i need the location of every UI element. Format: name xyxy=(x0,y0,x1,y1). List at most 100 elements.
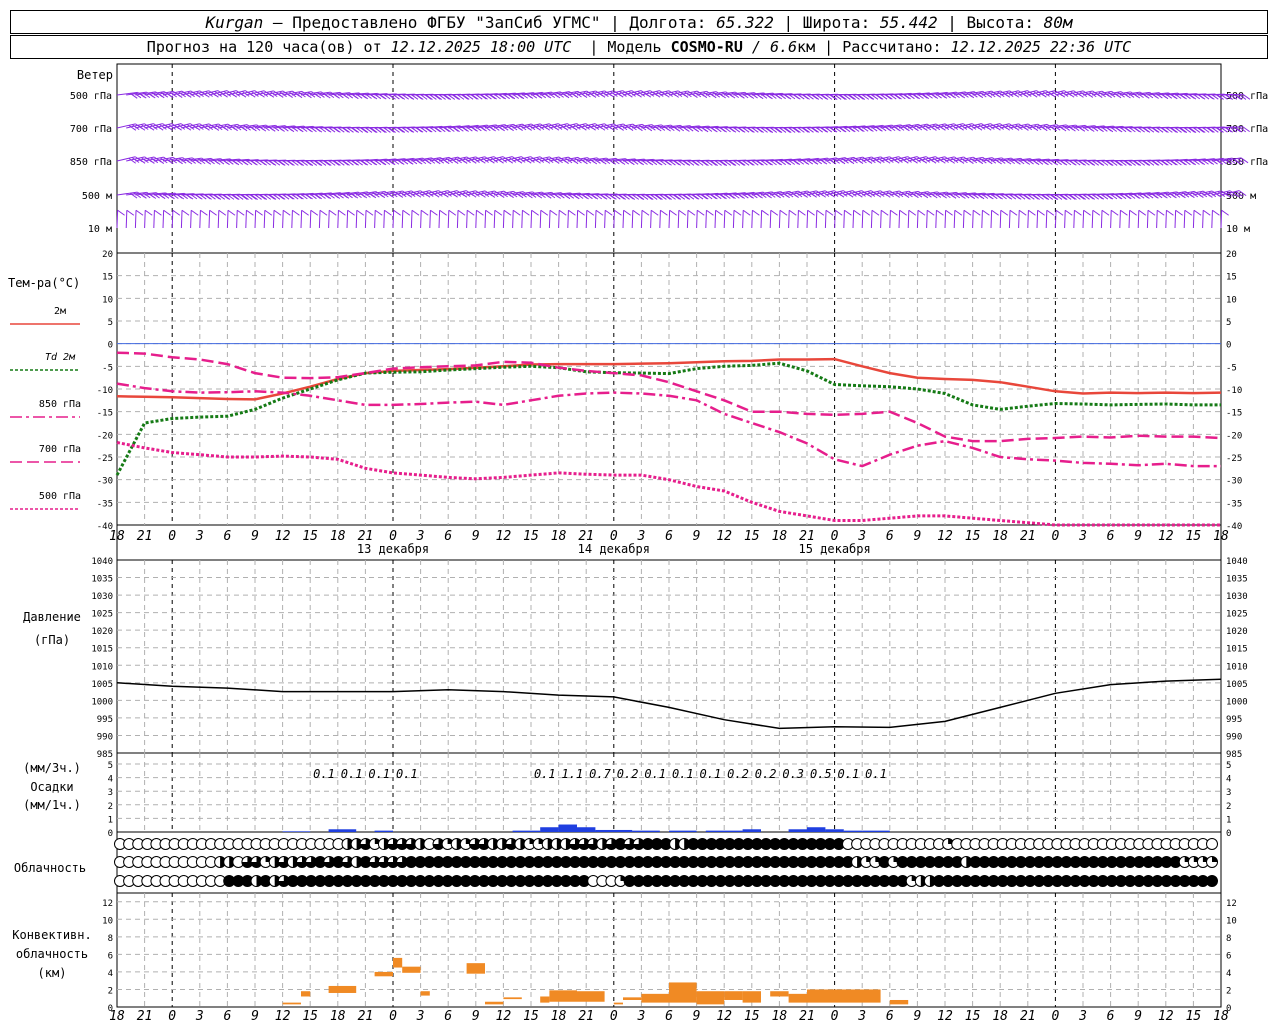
precip-ytick: 0 xyxy=(108,829,113,839)
wind-barb-feather xyxy=(788,209,797,216)
wind-barb-feather xyxy=(641,209,650,216)
wind-barb-feather xyxy=(1046,209,1055,216)
convective-bar xyxy=(613,1002,623,1005)
wind-barb-feather xyxy=(485,209,493,216)
wind-barb-feather xyxy=(696,209,705,216)
temp-ytick-right: 15 xyxy=(1226,273,1237,283)
wind-barb xyxy=(1137,210,1140,229)
x-tick-label-bottom: 0 xyxy=(389,1009,397,1024)
wind-level-label: 500 гПа xyxy=(70,91,112,102)
wind-barb-feather xyxy=(1175,209,1183,216)
wind-barb xyxy=(1100,210,1103,229)
wind-barb xyxy=(493,210,496,229)
wind-barb xyxy=(668,210,671,229)
conv-ytick: 4 xyxy=(108,969,113,979)
x-tick-label-bottom: 6 xyxy=(886,1009,894,1024)
press-ytick-right: 985 xyxy=(1226,750,1242,760)
wind-barb xyxy=(355,210,358,229)
wind-barb xyxy=(1119,210,1121,229)
wind-barb xyxy=(576,210,579,229)
wind-barb-feather xyxy=(273,209,282,216)
wind-barb xyxy=(521,210,523,229)
wind-barb-feather xyxy=(393,209,401,216)
wind-barb-feather xyxy=(1166,209,1174,216)
conv-ytick: 2 xyxy=(108,986,113,996)
wind-barb xyxy=(401,210,404,229)
precip-title: (мм/3ч.) xyxy=(23,761,81,775)
wind-barb xyxy=(926,210,928,229)
precip-label: 0.3 xyxy=(782,767,804,781)
x-tick-label-bottom: 21 xyxy=(1020,1009,1036,1024)
convective-bar xyxy=(282,1002,301,1005)
conv-ytick-right: 8 xyxy=(1226,934,1231,944)
wind-barb xyxy=(171,210,174,229)
wind-barb-feather xyxy=(1202,209,1211,216)
wind-barb xyxy=(1082,210,1085,229)
x-tick-label-bottom: 21 xyxy=(578,1009,594,1024)
wind-barb xyxy=(429,210,431,229)
wind-barb-feather xyxy=(457,209,466,216)
wind-barb-feather xyxy=(908,209,917,216)
x-tick-label: 18 xyxy=(330,529,346,544)
x-tick-label: 18 xyxy=(772,529,788,544)
x-tick-label-bottom: 3 xyxy=(1078,1009,1087,1024)
wind-barb xyxy=(254,210,257,229)
x-tick-label-bottom: 12 xyxy=(716,1009,732,1024)
wind-barb xyxy=(245,210,247,229)
wind-barb xyxy=(1146,210,1149,229)
press-ytick: 1015 xyxy=(91,645,113,655)
wind-barb xyxy=(144,210,146,229)
wind-barb-feather xyxy=(890,209,898,216)
temp-ytick: 15 xyxy=(102,273,113,283)
wind-barb xyxy=(567,210,569,229)
wind-barb-feather xyxy=(595,209,604,216)
conv-title3: (км) xyxy=(38,966,67,980)
wind-barb-feather xyxy=(255,209,263,216)
precip-bar xyxy=(512,830,541,832)
wind-barb xyxy=(1054,210,1057,229)
wind-barb xyxy=(972,210,974,229)
precip-label: 0.1 xyxy=(644,767,666,781)
precip-label: 0.2 xyxy=(727,767,749,781)
wind-barb-feather xyxy=(154,209,162,216)
wind-barb xyxy=(1192,210,1195,229)
x-tick-label: 15 xyxy=(302,529,318,544)
wind-barb xyxy=(962,210,965,229)
x-tick-label-bottom: 18 xyxy=(551,1009,567,1024)
wind-barb xyxy=(861,210,864,229)
wind-barb-feather xyxy=(1184,209,1193,216)
x-tick-label: 9 xyxy=(913,529,921,544)
x-tick-label-bottom: 9 xyxy=(472,1009,480,1024)
wind-barb-feather xyxy=(991,209,999,216)
convective-bar xyxy=(374,971,393,977)
wind-barb xyxy=(1091,210,1094,229)
wind-barb-feather xyxy=(319,209,328,216)
convective-bar xyxy=(577,991,605,1002)
wind-barb-feather xyxy=(466,209,475,216)
convective-bar xyxy=(770,991,789,997)
wind-barb-feather xyxy=(862,209,871,216)
wind-barb xyxy=(1211,210,1213,229)
wind-barb xyxy=(502,210,505,229)
wind-barb xyxy=(208,210,211,229)
x-tick-label: 6 xyxy=(1107,529,1115,544)
precip-label: 0.5 xyxy=(810,767,832,781)
wind-barb-feather xyxy=(282,209,291,216)
convective-bar xyxy=(466,963,485,974)
convective-bar xyxy=(393,957,403,968)
wind-barb-feather xyxy=(558,209,567,216)
temp-legend-label: 700 гПа xyxy=(39,444,81,455)
wind-barb-feather xyxy=(807,209,815,216)
press-ytick-right: 995 xyxy=(1226,715,1242,725)
wind-barb xyxy=(640,210,643,229)
temp-ytick: 5 xyxy=(108,318,113,328)
wind-title: Ветер xyxy=(77,68,113,82)
temp-ytick: 10 xyxy=(102,295,113,305)
precip-bar xyxy=(825,829,844,832)
wind-barb-feather xyxy=(926,209,935,216)
press-ytick-right: 1030 xyxy=(1226,592,1248,602)
wind-barb-feather xyxy=(1212,209,1220,216)
x-tick-label: 6 xyxy=(886,529,894,544)
wind-barb-feather xyxy=(126,209,135,216)
convective-bar xyxy=(724,991,743,1000)
